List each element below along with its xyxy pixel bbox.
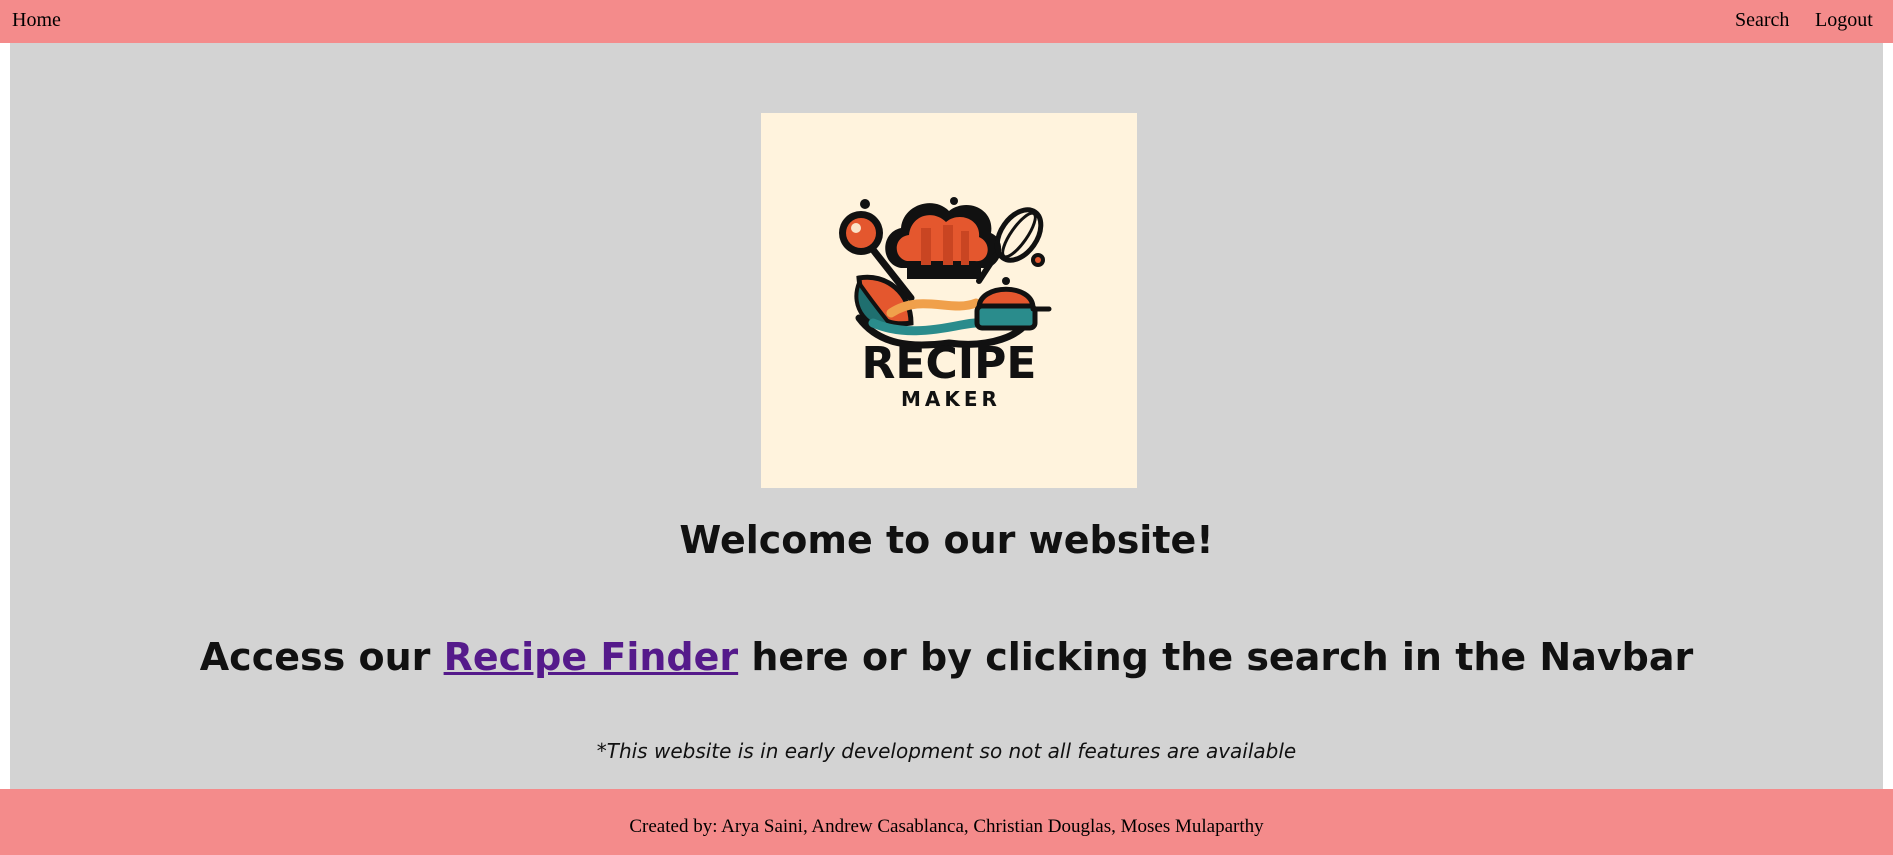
access-prefix: Access our (199, 635, 444, 679)
main-content: RECIPE MAKER Welcome to our website! Acc… (10, 43, 1883, 789)
logo-text-maker: MAKER (901, 387, 1001, 411)
welcome-heading: Welcome to our website! (679, 518, 1214, 562)
navbar: Home Search Logout (0, 0, 1893, 43)
recipe-maker-logo-graphic: RECIPE MAKER (839, 197, 1052, 411)
development-note: *This website is in early development so… (596, 739, 1297, 763)
access-heading: Access our Recipe Finder here or by clic… (10, 635, 1883, 679)
footer-credits: Created by: Arya Saini, Andrew Casablanc… (629, 816, 1264, 837)
logo-text-recipe: RECIPE (862, 338, 1037, 389)
nav-search-link[interactable]: Search (1735, 0, 1789, 43)
nav-logout-link[interactable]: Logout (1815, 0, 1873, 43)
recipe-maker-logo: RECIPE MAKER (761, 113, 1137, 488)
nav-home-link[interactable]: Home (12, 0, 61, 43)
footer: Created by: Arya Saini, Andrew Casablanc… (0, 789, 1893, 855)
access-suffix: here or by clicking the search in the Na… (738, 635, 1694, 679)
recipe-finder-link[interactable]: Recipe Finder (444, 635, 739, 679)
